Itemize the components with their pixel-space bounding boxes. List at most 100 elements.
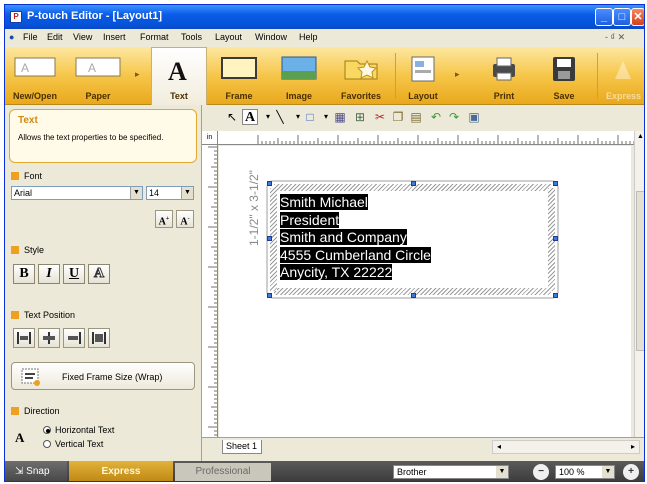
- align-justify-button[interactable]: [88, 328, 110, 348]
- paper-label: Paper: [85, 91, 111, 101]
- toolbar-separator: [395, 53, 396, 99]
- label-object[interactable]: Smith Michael President Smith and Compan…: [266, 180, 559, 299]
- print-button[interactable]: Print: [475, 47, 533, 105]
- shrink-font-button[interactable]: A-: [176, 210, 194, 228]
- redo-icon[interactable]: ↷: [446, 109, 462, 125]
- text-button[interactable]: A Text: [151, 47, 207, 105]
- menu-tools[interactable]: Tools: [181, 32, 202, 42]
- label-line-text: President: [280, 211, 340, 228]
- mdi-controls[interactable]: - ₫ ✕: [605, 32, 625, 43]
- menu-window[interactable]: Window: [255, 32, 287, 42]
- frame-button[interactable]: Frame: [211, 47, 267, 105]
- zoom-in-button[interactable]: +: [623, 464, 639, 480]
- properties-panel: Text Allows the text properties to be sp…: [5, 105, 202, 461]
- cut-icon[interactable]: ✂: [372, 109, 388, 125]
- chevron-down-icon[interactable]: ▼: [130, 187, 142, 199]
- resize-handle[interactable]: [411, 293, 416, 298]
- new-open-button[interactable]: A New/Open: [5, 47, 65, 105]
- resize-handle[interactable]: [267, 293, 272, 298]
- express-mode-tab[interactable]: Express: [69, 461, 173, 481]
- database-icon[interactable]: ⊞: [352, 109, 368, 125]
- undo-icon[interactable]: ↶: [428, 109, 444, 125]
- shape-tool-icon[interactable]: □: [302, 109, 318, 125]
- menu-file[interactable]: File: [23, 32, 38, 42]
- align-right-button[interactable]: [63, 328, 85, 348]
- font-size-select[interactable]: 14 ▼: [146, 186, 194, 200]
- professional-mode-tab[interactable]: Professional: [175, 463, 271, 481]
- chevron-down-icon[interactable]: ▼: [602, 466, 614, 478]
- align-center-button[interactable]: [38, 328, 60, 348]
- bold-button[interactable]: B: [13, 264, 35, 284]
- menu-insert[interactable]: Insert: [103, 32, 126, 42]
- line-tool-icon[interactable]: ╲: [272, 109, 288, 125]
- paper-button[interactable]: A Paper: [67, 47, 129, 105]
- section-bullet-icon: [11, 407, 19, 415]
- outline-style-button[interactable]: A: [88, 264, 110, 284]
- save-disk-icon: [553, 57, 575, 81]
- resize-handle[interactable]: [267, 181, 272, 186]
- express-mode-button[interactable]: Express: [601, 47, 644, 105]
- scroll-up-icon[interactable]: ▲: [636, 133, 644, 143]
- table-tool-icon[interactable]: ▦: [332, 109, 348, 125]
- chevron-down-icon[interactable]: ▼: [181, 187, 193, 199]
- svg-text:A: A: [88, 61, 96, 75]
- resize-handle[interactable]: [267, 236, 272, 241]
- svg-text:A: A: [21, 61, 29, 75]
- maximize-button[interactable]: □: [613, 8, 631, 26]
- zoom-select[interactable]: 100 % ▼: [555, 465, 615, 479]
- layout-button[interactable]: Layout: [399, 47, 447, 105]
- italic-button[interactable]: I: [38, 264, 60, 284]
- paste-icon[interactable]: ▤: [408, 109, 424, 125]
- zoom-out-button[interactable]: −: [533, 464, 549, 480]
- image-button[interactable]: Image: [271, 47, 327, 105]
- fixed-frame-size-button[interactable]: Fixed Frame Size (Wrap): [11, 362, 195, 390]
- menu-layout[interactable]: Layout: [215, 32, 242, 42]
- layout-canvas[interactable]: 1-1/2" x 3-1/2" Smith Michael President …: [219, 146, 631, 437]
- save-button[interactable]: Save: [535, 47, 593, 105]
- chevron-right-icon[interactable]: ▸: [135, 69, 140, 80]
- resize-handle[interactable]: [553, 293, 558, 298]
- resize-handle[interactable]: [553, 236, 558, 241]
- menu-view[interactable]: View: [73, 32, 92, 42]
- svg-text:A: A: [168, 57, 187, 84]
- resize-handle[interactable]: [553, 181, 558, 186]
- label-line-text: Anycity, TX 22222: [280, 264, 393, 280]
- edit-toolbar: ↖ A ▾ ╲ ▾ □ ▾ ▦ ⊞ ✂ ❐ ▤ ↶ ↷ ▣: [202, 105, 644, 131]
- text-label: Text: [170, 91, 188, 101]
- menu-help[interactable]: Help: [299, 32, 318, 42]
- label-line: President: [280, 211, 431, 230]
- panel-description: Allows the text properties to be specifi…: [18, 133, 164, 142]
- selected-label-text[interactable]: Smith Michael President Smith and Compan…: [280, 194, 431, 282]
- favorites-button[interactable]: Favorites: [331, 47, 391, 105]
- printer-select[interactable]: Brother ▼: [393, 465, 509, 479]
- underline-button[interactable]: U: [63, 264, 85, 284]
- horizontal-scrollbar[interactable]: ◂ ▸: [492, 440, 640, 454]
- section-bullet-icon: [11, 311, 19, 319]
- menu-edit[interactable]: Edit: [47, 32, 63, 42]
- font-name-select[interactable]: Arial ▼: [11, 186, 143, 200]
- chevron-down-icon[interactable]: ▼: [496, 466, 508, 478]
- document-icon[interactable]: ●: [9, 32, 14, 42]
- scroll-left-icon[interactable]: ◂: [497, 442, 501, 451]
- properties-icon[interactable]: ▣: [466, 109, 482, 125]
- menu-format[interactable]: Format: [140, 32, 169, 42]
- align-left-button[interactable]: [13, 328, 35, 348]
- vertical-scrollbar[interactable]: ▲: [634, 131, 644, 437]
- vertical-ruler-ticks: [208, 146, 217, 436]
- ptouch-app-icon[interactable]: P: [10, 11, 22, 23]
- title-bar[interactable]: P P-touch Editor - [Layout1] _ □ ✕: [5, 5, 644, 29]
- horizontal-text-radio[interactable]: Horizontal Text: [43, 425, 114, 435]
- copy-icon[interactable]: ❐: [390, 109, 406, 125]
- minimize-button[interactable]: _: [595, 8, 613, 26]
- vertical-text-radio[interactable]: Vertical Text: [43, 439, 103, 449]
- sheet-tab[interactable]: Sheet 1: [222, 440, 262, 454]
- close-button[interactable]: ✕: [631, 8, 644, 26]
- scroll-thumb[interactable]: [636, 191, 644, 351]
- snap-toggle[interactable]: ⇲ Snap: [5, 461, 67, 481]
- resize-handle[interactable]: [411, 181, 416, 186]
- chevron-right-icon[interactable]: ▸: [455, 69, 460, 80]
- text-tool-icon[interactable]: A: [242, 109, 258, 125]
- scroll-right-icon[interactable]: ▸: [631, 442, 635, 451]
- pointer-select-icon[interactable]: ↖: [224, 109, 240, 125]
- grow-font-button[interactable]: A+: [155, 210, 173, 228]
